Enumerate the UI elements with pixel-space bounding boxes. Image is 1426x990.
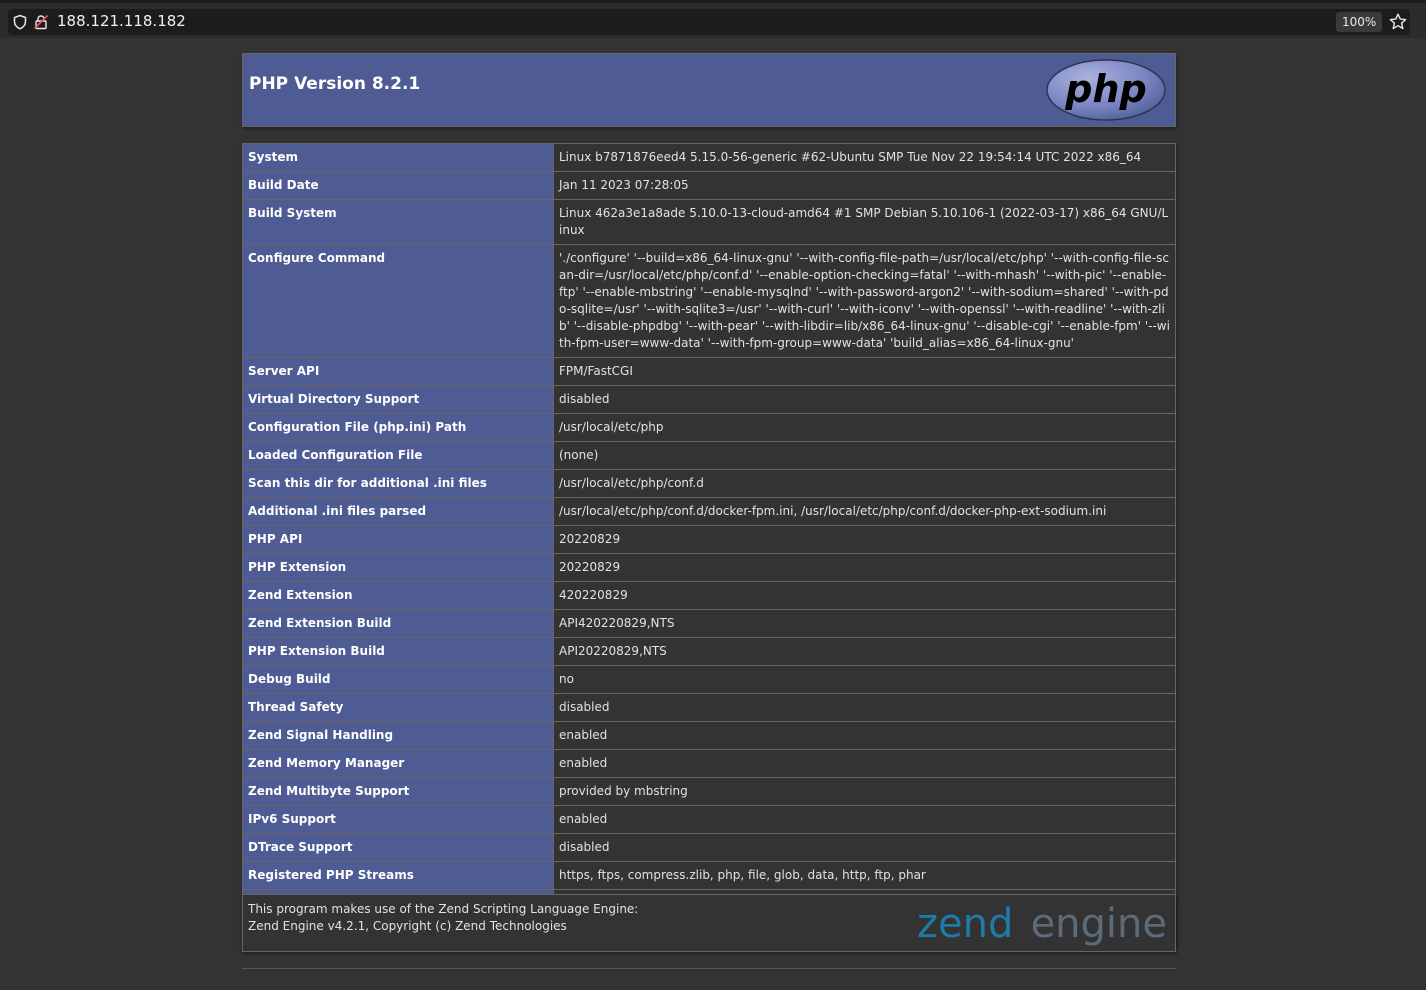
zend-engine-line-1: This program makes use of the Zend Scrip… bbox=[248, 902, 639, 916]
info-row: Thread Safety disabled bbox=[242, 693, 1176, 722]
php-version-header: PHP Version 8.2.1 php bbox=[242, 53, 1176, 127]
info-row-label: Configure Command bbox=[242, 244, 554, 358]
info-row: Zend Extension Build API420220829,NTS bbox=[242, 609, 1176, 638]
info-row: DTrace Support disabled bbox=[242, 833, 1176, 862]
info-row-label: Debug Build bbox=[242, 665, 554, 694]
divider bbox=[242, 968, 1176, 969]
info-row-value: disabled bbox=[553, 693, 1176, 722]
page-title: PHP Version 8.2.1 bbox=[249, 74, 421, 94]
insecure-lock-icon[interactable] bbox=[33, 14, 49, 30]
zend-engine-info: This program makes use of the Zend Scrip… bbox=[248, 901, 638, 935]
info-row-value: Linux 462a3e1a8ade 5.10.0-13-cloud-amd64… bbox=[553, 199, 1176, 245]
info-row-value: disabled bbox=[553, 833, 1176, 862]
info-row-value: enabled bbox=[553, 749, 1176, 778]
engine-logo-text: engine bbox=[1031, 901, 1167, 947]
info-row-value: './configure' '--build=x86_64-linux-gnu'… bbox=[553, 244, 1176, 358]
info-row-label: Virtual Directory Support bbox=[242, 385, 554, 414]
info-row-label: IPv6 Support bbox=[242, 805, 554, 834]
zend-logo-text: zend bbox=[917, 901, 1013, 947]
info-row: Zend Extension 420220829 bbox=[242, 581, 1176, 610]
info-row-value: /usr/local/etc/php/conf.d/docker-fpm.ini… bbox=[553, 497, 1176, 526]
info-row-label: Zend Signal Handling bbox=[242, 721, 554, 750]
info-row-value: (none) bbox=[553, 441, 1176, 470]
info-row-label: DTrace Support bbox=[242, 833, 554, 862]
info-row: Server API FPM/FastCGI bbox=[242, 357, 1176, 386]
info-row: Registered PHP Streams https, ftps, compr… bbox=[242, 861, 1176, 890]
info-row-label: Server API bbox=[242, 357, 554, 386]
info-row-value: API420220829,NTS bbox=[553, 609, 1176, 638]
info-row-label: Thread Safety bbox=[242, 693, 554, 722]
shield-icon[interactable] bbox=[12, 14, 28, 30]
info-row-label: Build Date bbox=[242, 171, 554, 200]
bookmark-star-icon[interactable] bbox=[1388, 12, 1408, 32]
info-row: PHP API 20220829 bbox=[242, 525, 1176, 554]
info-row-label: PHP Extension Build bbox=[242, 637, 554, 666]
info-row: PHP Extension 20220829 bbox=[242, 553, 1176, 582]
info-row: Configuration File (php.ini) Path/usr/lo… bbox=[242, 413, 1176, 442]
info-row-label: Scan this dir for additional .ini files bbox=[242, 469, 554, 498]
info-row-label: Additional .ini files parsed bbox=[242, 497, 554, 526]
info-row-value: provided by mbstring bbox=[553, 777, 1176, 806]
info-row-label: System bbox=[242, 143, 554, 172]
info-row: Zend Multibyte Support provided by mbstri… bbox=[242, 777, 1176, 806]
browser-toolbar: 188.121.118.182 100% bbox=[0, 0, 1426, 38]
info-row-label: Zend Extension Build bbox=[242, 609, 554, 638]
info-row-value: no bbox=[553, 665, 1176, 694]
info-row-value: enabled bbox=[553, 805, 1176, 834]
info-row-label: Loaded Configuration File bbox=[242, 441, 554, 470]
info-row: Configure Command './configure' '--build=… bbox=[242, 244, 1176, 358]
info-row: Build System Linux 462a3e1a8ade 5.10.0-13… bbox=[242, 199, 1176, 245]
info-row: PHP Extension Build API20220829,NTS bbox=[242, 637, 1176, 666]
info-row-value: 20220829 bbox=[553, 525, 1176, 554]
zoom-level-button[interactable]: 100% bbox=[1336, 12, 1383, 32]
info-row: Zend Signal Handling enabled bbox=[242, 721, 1176, 750]
info-row-value: FPM/FastCGI bbox=[553, 357, 1176, 386]
zend-engine-box: This program makes use of the Zend Scrip… bbox=[242, 894, 1176, 952]
info-row-label: Zend Multibyte Support bbox=[242, 777, 554, 806]
info-row-label: Zend Extension bbox=[242, 581, 554, 610]
info-row: Debug Build no bbox=[242, 665, 1176, 694]
info-row-value: Linux b7871876eed4 5.15.0-56-generic #62… bbox=[553, 143, 1176, 172]
info-row-value: enabled bbox=[553, 721, 1176, 750]
info-row-value: 420220829 bbox=[553, 581, 1176, 610]
info-row-value: API20220829,NTS bbox=[553, 637, 1176, 666]
info-row-label: Configuration File (php.ini) Path bbox=[242, 413, 554, 442]
php-info-table: System Linux b7871876eed4 5.15.0-56-gener… bbox=[242, 143, 1176, 946]
info-row: Virtual Directory Support disabled bbox=[242, 385, 1176, 414]
info-row: IPv6 Support enabled bbox=[242, 805, 1176, 834]
info-row: Zend Memory Manager enabled bbox=[242, 749, 1176, 778]
info-row-value: /usr/local/etc/php bbox=[553, 413, 1176, 442]
url-text[interactable]: 188.121.118.182 bbox=[57, 12, 186, 30]
address-bar[interactable]: 188.121.118.182 100% bbox=[8, 9, 1410, 35]
info-row: Build Date Jan 11 2023 07:28:05 bbox=[242, 171, 1176, 200]
zend-engine-line-2: Zend Engine v4.2.1, Copyright (c) Zend T… bbox=[248, 919, 567, 933]
info-row-value: Jan 11 2023 07:28:05 bbox=[553, 171, 1176, 200]
zend-engine-logo[interactable]: zend engine bbox=[917, 897, 1169, 949]
info-row: System Linux b7871876eed4 5.15.0-56-gener… bbox=[242, 143, 1176, 172]
info-row-value: https, ftps, compress.zlib, php, file, g… bbox=[553, 861, 1176, 890]
php-logo[interactable]: php bbox=[1045, 58, 1167, 122]
php-logo-text: php bbox=[1064, 67, 1146, 111]
info-row: Additional .ini files parsed/usr/local/e… bbox=[242, 497, 1176, 526]
info-row: Loaded Configuration File (none) bbox=[242, 441, 1176, 470]
info-row: Scan this dir for additional .ini files /… bbox=[242, 469, 1176, 498]
info-row-label: PHP Extension bbox=[242, 553, 554, 582]
info-row-value: 20220829 bbox=[553, 553, 1176, 582]
info-row-label: Zend Memory Manager bbox=[242, 749, 554, 778]
info-row-value: disabled bbox=[553, 385, 1176, 414]
info-row-label: PHP API bbox=[242, 525, 554, 554]
info-row-label: Build System bbox=[242, 199, 554, 245]
info-row-label: Registered PHP Streams bbox=[242, 861, 554, 890]
info-row-value: /usr/local/etc/php/conf.d bbox=[553, 469, 1176, 498]
